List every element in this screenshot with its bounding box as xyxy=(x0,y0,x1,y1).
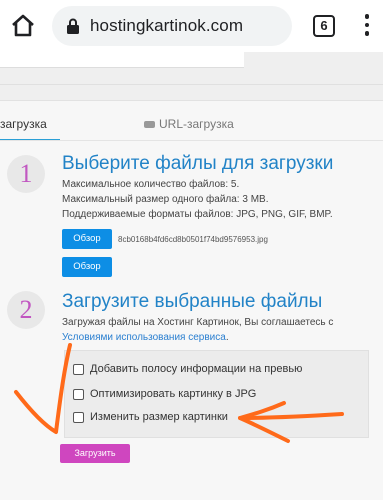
more-menu-icon[interactable] xyxy=(364,14,370,38)
max-files-text: Максимальное количество файлов: 5. xyxy=(62,179,240,190)
max-size-text: Максимальный размер одного файла: 3 MB. xyxy=(62,194,269,205)
step-1-number: 1 xyxy=(7,155,45,193)
tab-upload[interactable]: загрузка xyxy=(0,117,47,131)
header-card xyxy=(0,52,244,68)
tab-url-upload[interactable]: URL-загрузка xyxy=(144,117,234,131)
terms-link[interactable]: Условиями использования сервиса xyxy=(62,332,226,343)
agreement-text: Загружая файлы на Хостинг Картинок, Вы с… xyxy=(62,317,334,328)
address-bar-url: hostingkartinok.com xyxy=(90,16,244,35)
tabs-divider xyxy=(0,140,383,141)
agreement-period: . xyxy=(225,332,229,343)
option-label: Оптимизировать картинку в JPG xyxy=(90,388,257,400)
browse-button-2[interactable]: Обзор xyxy=(62,257,112,277)
link-icon xyxy=(144,120,155,128)
checkbox[interactable] xyxy=(73,363,84,375)
divider xyxy=(0,84,383,85)
option-label: Добавить полосу информации на превью xyxy=(90,363,303,375)
selected-file-name: 8cb0168b4fd6cd8b0501f74bd9576953.jpg xyxy=(118,235,268,244)
browser-toolbar: hostingkartinok.com 6 xyxy=(0,0,383,52)
checkbox[interactable] xyxy=(73,388,84,400)
step-2-title: Загрузите выбранные файлы xyxy=(62,291,323,312)
upload-button[interactable]: Загрузить xyxy=(60,444,130,463)
tab-url-label: URL-загрузка xyxy=(159,117,234,131)
browse-button-1[interactable]: Обзор xyxy=(62,229,112,249)
checkbox[interactable] xyxy=(73,411,84,423)
step-1-title: Выберите файлы для загрузки xyxy=(62,153,334,174)
option-resize[interactable]: Изменить размер картинки xyxy=(73,411,228,423)
tab-switcher-button[interactable]: 6 xyxy=(313,15,335,37)
address-bar[interactable]: hostingkartinok.com xyxy=(52,6,292,46)
formats-text: Поддерживаемые форматы файлов: JPG, PNG,… xyxy=(62,209,333,220)
home-icon[interactable] xyxy=(10,13,36,39)
option-optimize-jpg[interactable]: Оптимизировать картинку в JPG xyxy=(73,388,256,400)
agreement-line-2: Условиями использования сервиса. xyxy=(62,331,229,345)
option-info-strip[interactable]: Добавить полосу информации на превью xyxy=(73,363,302,375)
step-2-number: 2 xyxy=(7,291,45,329)
option-label: Изменить размер картинки xyxy=(90,411,228,423)
lock-icon xyxy=(67,18,79,34)
